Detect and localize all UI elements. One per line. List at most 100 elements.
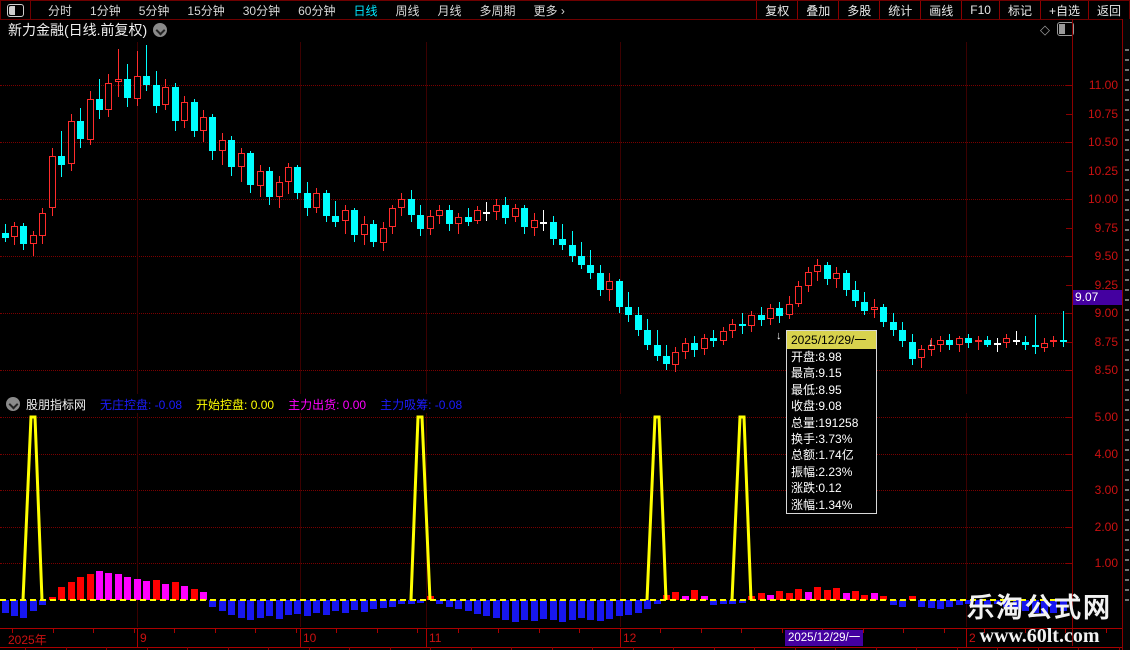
candlestick: [587, 265, 594, 273]
price-gridline: [0, 199, 1072, 200]
toolbar-button-返回[interactable]: 返回: [1087, 1, 1129, 19]
candlestick: [87, 99, 94, 140]
tooltip-row: 振幅:2.23%: [791, 464, 853, 479]
candlestick: [1032, 345, 1039, 347]
candlestick: [39, 213, 46, 236]
candlestick: [1003, 338, 1010, 343]
candlestick: [644, 330, 651, 345]
candlestick: [559, 239, 566, 245]
indicator-axis-label: 1.00: [1094, 556, 1118, 571]
period-tab-多周期[interactable]: 多周期: [471, 2, 525, 19]
period-tab-5分钟[interactable]: 5分钟: [130, 2, 179, 19]
candlestick: [540, 222, 547, 224]
candlestick: [228, 140, 235, 167]
price-axis-label: 9.00: [1094, 306, 1118, 320]
period-tab-15分钟[interactable]: 15分钟: [178, 2, 233, 19]
candlestick: [238, 153, 245, 167]
ohlc-tooltip: 2025/12/29/一 开盘:8.98 最高:9.15 最低:8.95 收盘:9.0…: [786, 330, 877, 514]
candlestick: [758, 315, 765, 320]
toolbar-button-统计[interactable]: 统计: [879, 1, 920, 19]
candlestick: [748, 315, 755, 326]
period-tab-60分钟[interactable]: 60分钟: [289, 2, 344, 19]
period-tab-月线[interactable]: 月线: [429, 2, 471, 19]
toolbar-button-+自选[interactable]: +自选: [1039, 1, 1088, 19]
price-axis-label: 10.50: [1087, 135, 1118, 149]
chevron-down-icon[interactable]: [6, 397, 20, 411]
candlestick: [1050, 340, 1057, 342]
period-tab-周线[interactable]: 周线: [386, 2, 428, 19]
candlestick: [455, 217, 462, 224]
candlestick: [975, 340, 982, 342]
indicator-axis-label: 4.00: [1094, 446, 1118, 461]
candle-wick: [562, 224, 563, 250]
indicator-axis-label: 3.00: [1094, 483, 1118, 498]
watermark-url: www.60lt.com: [979, 625, 1100, 647]
toolbar-button-叠加[interactable]: 叠加: [797, 1, 838, 19]
candlestick: [105, 83, 112, 110]
candlestick: [20, 226, 27, 244]
candlestick: [682, 343, 689, 352]
candlestick: [635, 315, 642, 330]
time-axis-label: 12: [623, 631, 637, 645]
candlestick: [49, 156, 56, 208]
tooltip-row: 最高:9.15: [791, 366, 842, 381]
time-tick: [134, 629, 135, 633]
candlestick: [663, 356, 670, 364]
axis-tick: [1066, 313, 1072, 314]
candlestick: [956, 338, 963, 345]
price-axis-label: 8.50: [1094, 363, 1118, 377]
period-tab-30分钟[interactable]: 30分钟: [234, 2, 289, 19]
legend-item: 主力吸筹: -0.08: [380, 397, 463, 412]
candlestick: [521, 208, 528, 227]
chevron-down-icon[interactable]: [153, 23, 168, 37]
candlestick: [512, 208, 519, 217]
candlestick: [483, 212, 490, 214]
price-gridline: [0, 370, 1072, 371]
tooltip-row: 最低:8.95: [791, 382, 842, 397]
period-tab-1分钟[interactable]: 1分钟: [81, 2, 130, 19]
toolbar-button-多股[interactable]: 多股: [838, 1, 879, 19]
diamond-icon[interactable]: ◇: [1040, 22, 1050, 38]
candlestick: [597, 273, 604, 290]
tooltip-row: 涨幅:1.34%: [791, 497, 853, 512]
candlestick: [332, 216, 339, 222]
candlestick: [96, 99, 103, 110]
candlestick: [257, 171, 264, 186]
time-axis[interactable]: 2025/12/29/一 2025年 9 10 11 12 2: [0, 628, 1130, 648]
time-tick: [539, 629, 540, 633]
candle-wick: [1035, 315, 1036, 354]
period-tab-更多 ›[interactable]: 更多 ›: [525, 2, 574, 19]
period-tab-日线[interactable]: 日线: [344, 2, 386, 19]
indicator-axis-label: 5.00: [1094, 410, 1118, 424]
candlestick: [569, 245, 576, 256]
month-tick: [137, 629, 138, 647]
candlestick: [351, 210, 358, 235]
period-tab-分时[interactable]: 分时: [39, 2, 81, 19]
tooltip-row: 总量:191258: [791, 415, 859, 430]
candle-wick: [335, 201, 336, 227]
toolbar-button-画线[interactable]: 画线: [920, 1, 961, 19]
tooltip-row: 换手:3.73%: [791, 431, 853, 446]
toolbar-button-标记[interactable]: 标记: [998, 1, 1040, 19]
candlestick: [209, 117, 216, 151]
candlestick: [124, 79, 131, 98]
candlestick-chart[interactable]: ↓ ↓: [0, 42, 1072, 394]
toolbar-button-F10[interactable]: F10: [961, 1, 999, 19]
axis-tick: [1066, 341, 1072, 343]
candlestick: [398, 199, 405, 208]
candlestick: [11, 226, 18, 237]
indicator-legend: 无庄控盘: -0.08 开始控盘: 0.00 主力出货: 0.00 主力吸筹: -0.…: [86, 396, 462, 413]
candlestick: [550, 222, 557, 239]
zero-line: [0, 599, 1072, 601]
toolbar-button-复权[interactable]: 复权: [756, 1, 797, 19]
axis-tick: [1066, 85, 1072, 86]
axis-tick: [1066, 113, 1072, 115]
panel-toggle-icon[interactable]: [7, 3, 24, 17]
candlestick: [247, 153, 254, 185]
indicator-chart[interactable]: [0, 413, 1072, 627]
time-tick: [741, 629, 742, 633]
candlestick: [909, 342, 916, 359]
price-axis-label: 9.50: [1094, 249, 1118, 263]
candlestick: [946, 340, 953, 345]
time-axis-label: 10: [303, 631, 317, 645]
